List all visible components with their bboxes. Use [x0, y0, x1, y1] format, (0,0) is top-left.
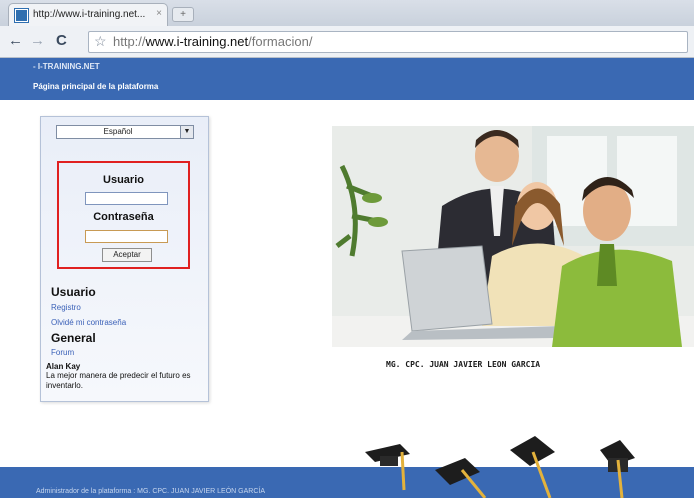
general-section-title: General — [51, 331, 96, 345]
sidebar-panel: Español ▼ Usuario Contraseña Aceptar Usu… — [40, 116, 209, 402]
reload-icon[interactable]: C — [56, 32, 67, 50]
language-selected-value: Español — [103, 127, 133, 136]
back-arrow-icon[interactable]: ← — [8, 32, 23, 50]
footer-admin-text: Administrador de la plataforma : MG. CPC… — [36, 488, 265, 495]
page-favicon-icon — [14, 8, 29, 23]
quote-author: Alan Kay — [46, 362, 81, 371]
graduation-cap-icon — [600, 440, 635, 498]
browser-toolbar: ← → C ☆ http://www.i-training.net/formac… — [0, 26, 694, 58]
site-subtitle: Página principal de la plataforma — [33, 82, 159, 91]
url-path: /formacion/ — [248, 34, 313, 49]
register-link[interactable]: Registro — [51, 303, 81, 312]
username-label: Usuario — [103, 174, 144, 186]
browser-tab-bar: http://www.i-training.net... × + — [0, 0, 694, 26]
new-tab-button[interactable]: + — [172, 7, 194, 22]
forward-arrow-icon[interactable]: → — [30, 32, 45, 50]
chevron-down-icon[interactable]: ▼ — [180, 126, 193, 138]
password-label: Contraseña — [93, 211, 154, 223]
site-name[interactable]: - I-TRAINING.NET — [33, 62, 100, 71]
graduation-cap-icon — [435, 458, 487, 498]
browser-tab[interactable]: http://www.i-training.net... × — [8, 3, 168, 26]
url-host: www.i-training.net — [145, 34, 249, 49]
tab-title: http://www.i-training.net... — [33, 9, 146, 20]
url-prefix: http:// — [113, 34, 146, 49]
tab-close-icon[interactable]: × — [156, 8, 162, 19]
graduation-caps-decoration — [365, 436, 635, 498]
login-form: Usuario Contraseña Aceptar — [57, 161, 190, 269]
site-header: - I-TRAINING.NET Página principal de la … — [0, 58, 694, 100]
quote-text: La mejor manera de predecir el futuro es… — [46, 371, 191, 390]
accept-button[interactable]: Aceptar — [102, 248, 152, 262]
user-section-title: Usuario — [51, 285, 96, 299]
password-input[interactable] — [85, 230, 168, 243]
forgot-password-link[interactable]: Olvidé mi contraseña — [51, 318, 126, 327]
team-photo-illustration — [332, 126, 694, 347]
language-select[interactable]: Español ▼ — [56, 125, 194, 139]
graduation-cap-icon — [510, 436, 555, 498]
bookmark-star-icon[interactable]: ☆ — [94, 33, 107, 50]
address-bar[interactable]: ☆ http://www.i-training.net/formacion/ — [88, 31, 688, 53]
forum-link[interactable]: Forum — [51, 348, 74, 357]
team-photo — [332, 126, 694, 347]
username-input[interactable] — [85, 192, 168, 205]
graduation-cap-icon — [365, 444, 410, 491]
photo-caption: MG. CPC. JUAN JAVIER LEON GARCIA — [386, 360, 541, 369]
